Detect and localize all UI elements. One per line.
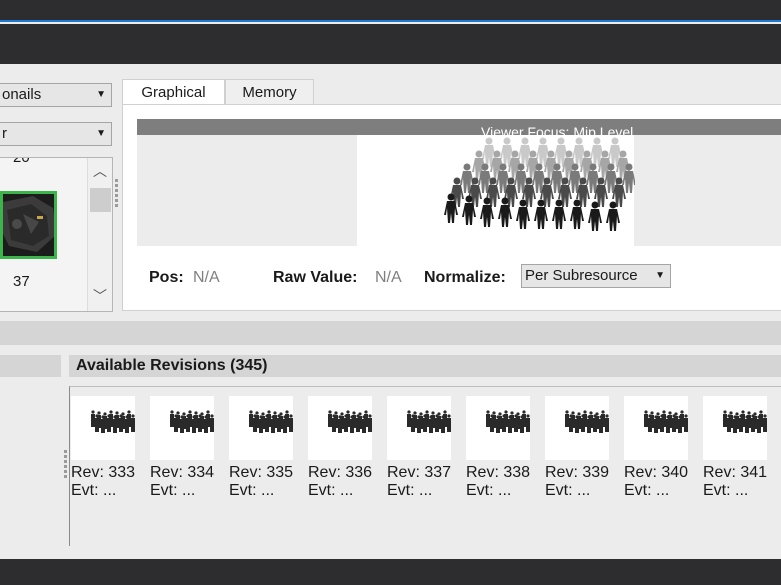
chevron-down-icon: ▼ xyxy=(655,270,665,281)
thumbnail-label: 20 xyxy=(13,157,30,166)
thumbnail-scrollbar[interactable]: ︿ ﹀ xyxy=(87,158,112,311)
view-mode-combo-value: onails xyxy=(2,86,42,103)
revision-number: Rev: 340 xyxy=(624,464,689,481)
chevron-up-icon[interactable]: ︿ xyxy=(88,161,112,181)
revision-event: Evt: ... xyxy=(150,482,196,499)
revision-item[interactable]: Rev: 334 Evt: ... xyxy=(150,396,229,500)
revision-item[interactable]: Rev: 336 Evt: ... xyxy=(308,396,387,500)
scrollbar-thumb[interactable] xyxy=(90,188,111,212)
tab-graphical[interactable]: Graphical xyxy=(122,79,225,105)
normalize-label: Normalize: xyxy=(424,269,506,286)
revision-event: Evt: ... xyxy=(308,482,354,499)
chevron-down-icon: ▼ xyxy=(96,89,106,100)
tab-memory-label: Memory xyxy=(242,84,297,101)
revision-event: Evt: ... xyxy=(387,482,433,499)
revision-thumbnail[interactable] xyxy=(387,396,451,460)
pos-value: N/A xyxy=(193,269,220,286)
normalize-select[interactable]: Per Subresource ▼ xyxy=(521,264,671,288)
revision-item[interactable]: Rev: 338 Evt: ... xyxy=(466,396,545,500)
raw-value-label: Raw Value: xyxy=(273,269,358,286)
revision-thumbnail[interactable] xyxy=(703,396,767,460)
status-bar xyxy=(0,559,781,585)
panel-divider xyxy=(0,321,781,345)
splitter-handle[interactable] xyxy=(64,450,68,480)
revision-event: Evt: ... xyxy=(624,482,670,499)
revision-thumbnail[interactable] xyxy=(466,396,530,460)
revision-event: Evt: ... xyxy=(229,482,275,499)
revision-item[interactable]: Rev: 337 Evt: ... xyxy=(387,396,466,500)
revision-number: Rev: 335 xyxy=(229,464,294,481)
revision-thumbnail[interactable] xyxy=(308,396,372,460)
normalize-select-value: Per Subresource xyxy=(525,267,638,284)
thumbnail-list[interactable]: 20 37 ︿ ﹀ xyxy=(0,157,113,312)
revision-event: Evt: ... xyxy=(466,482,512,499)
revision-event: Evt: ... xyxy=(71,482,117,499)
revision-item[interactable]: Rev: 335 Evt: ... xyxy=(229,396,308,500)
revision-thumbnail[interactable] xyxy=(624,396,688,460)
revision-item[interactable]: Rev: 333 Evt: ... xyxy=(71,396,150,500)
revisions-title: Available Revisions (345) xyxy=(76,357,268,374)
revision-thumbnail[interactable] xyxy=(150,396,214,460)
tab-graphical-label: Graphical xyxy=(141,84,206,101)
revision-number: Rev: 336 xyxy=(308,464,373,481)
revision-number: Rev: 337 xyxy=(387,464,452,481)
tab-memory[interactable]: Memory xyxy=(225,79,314,105)
left-pane-header xyxy=(0,355,61,377)
revision-item[interactable]: Rev: 340 Evt: ... xyxy=(624,396,703,500)
view-mode-combo[interactable]: onails ▼ xyxy=(0,83,112,107)
toolbar xyxy=(0,24,781,64)
revision-number: Rev: 338 xyxy=(466,464,531,481)
viewer-background-right xyxy=(634,135,781,246)
mip-level-image[interactable] xyxy=(441,135,635,246)
viewer-header xyxy=(137,119,781,135)
thumbnail-label: 37 xyxy=(13,273,30,290)
revision-number: Rev: 334 xyxy=(150,464,215,481)
revision-number: Rev: 341 xyxy=(703,464,768,481)
revision-item[interactable]: Rev: 339 Evt: ... xyxy=(545,396,624,500)
filter-combo[interactable]: r ▼ xyxy=(0,122,112,146)
revision-number: Rev: 333 xyxy=(71,464,136,481)
revision-thumbnail[interactable] xyxy=(545,396,609,460)
filter-combo-value: r xyxy=(2,125,7,142)
revisions-header: Available Revisions (345) xyxy=(69,355,781,377)
chevron-down-icon: ▼ xyxy=(96,128,106,139)
viewer-focus-label: Viewer Focus: Mip Level xyxy=(481,124,634,140)
title-bar xyxy=(0,0,781,22)
revision-event: Evt: ... xyxy=(703,482,749,499)
selected-thumbnail[interactable] xyxy=(0,191,57,259)
graphical-panel: Viewer Focus: Mip Level Pos: N/A Raw Val… xyxy=(122,104,781,311)
revision-event: Evt: ... xyxy=(545,482,591,499)
revision-thumbnail[interactable] xyxy=(71,396,135,460)
chevron-down-icon[interactable]: ﹀ xyxy=(88,286,112,306)
splitter-handle[interactable] xyxy=(115,179,119,209)
revision-thumbnail[interactable] xyxy=(229,396,293,460)
thumbnail-image xyxy=(3,194,54,256)
pos-label: Pos: xyxy=(149,269,184,286)
raw-value-value: N/A xyxy=(375,269,402,286)
revision-item[interactable]: Rev: 341 Evt: ... xyxy=(703,396,781,500)
viewer-background-left xyxy=(137,135,357,246)
revision-number: Rev: 339 xyxy=(545,464,610,481)
revisions-list[interactable]: Rev: 333 Evt: ... Rev: 334 Evt: ... Rev: 335… xyxy=(69,386,781,546)
